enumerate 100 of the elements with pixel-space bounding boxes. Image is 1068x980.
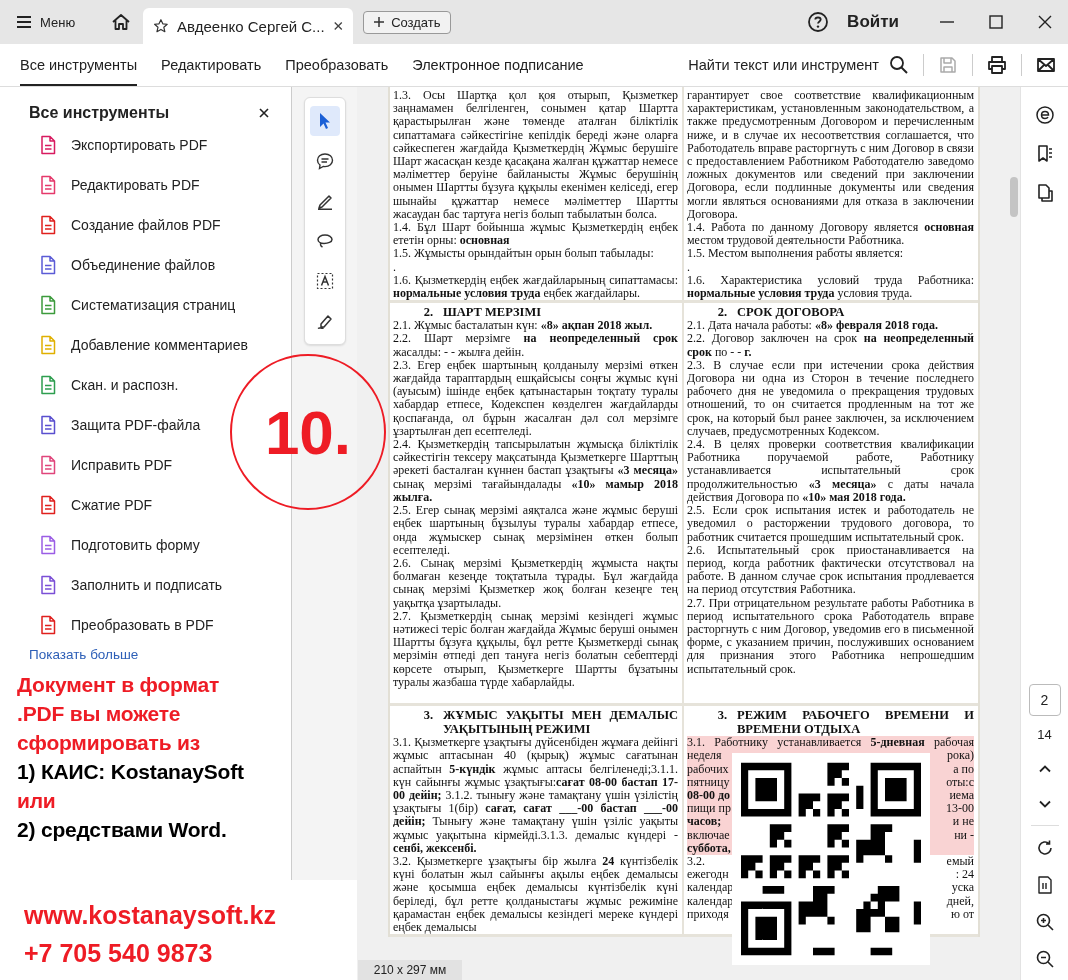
sign-in-button[interactable]: Войти	[847, 12, 899, 32]
tool-menu-item[interactable]: Скан. и распозн.	[71, 377, 179, 393]
contract-paragraph: 1.4. Бұл Шарт бойынша жұмыс Қызметкердің еңбек ететін орны: основная	[393, 221, 678, 248]
contract-paragraph: 2.1. Жұмыс басталатын күн: «8» ақпан 2018 жыл.	[393, 319, 654, 333]
number-stamp: 10.	[230, 354, 386, 510]
comment-panel-icon[interactable]	[1034, 105, 1055, 125]
promo-text: .PDF вы можете	[17, 701, 182, 727]
close-icon[interactable]	[259, 108, 269, 118]
home-icon[interactable]	[111, 12, 132, 32]
close-icon[interactable]	[1037, 14, 1053, 30]
comment-icon	[316, 152, 334, 170]
tool-menu-item[interactable]: Создание файлов PDF	[71, 217, 221, 233]
close-icon[interactable]	[332, 20, 344, 32]
section-heading: 2. СРОК ДОГОВОРА	[716, 305, 846, 320]
contract-paragraph: 2.5. Если срок испытания истек и работодатель не уведомил о расторжении трудового договора, то работник считается прошедшим испытательный срок.	[687, 504, 974, 544]
contract-paragraph: 2.7. При отрицательном результате работы Работника в период испытательного срока Работодатель вправе расторгнуть с ним Договор, уведомив его в письменной форме, с указанием причин, послуживших основанием для признания этого Работника непрошедшим испытательный срок.	[687, 596, 974, 676]
contract-paragraph: 2.2. Шарт мерзімге на неопределенный срок жасалды: - - жылға дейін.	[393, 332, 678, 359]
contract-paragraph: 1.4. Работа по данному Договору является основная местом трудовой деятельности Работника.	[687, 221, 974, 248]
contract-paragraph: 2.7. Қызметкердің сынақ мерзімі кезіндегі жұмыс нәтижесі теріс болған жағдайда Жұмыс беруші онымен Шартты бұзуға құқылы, бұл ретте Қызметкерді сынақ мерзімін өтпеді деп тануға негіз болатын себептерді көрсете отырып, Қызметкерге Шартты бұзатыны туралы жазбаша түрде хабарлайды.	[393, 609, 678, 689]
tool-menu-item[interactable]: Сжатие PDF	[71, 497, 153, 513]
scrollbar-thumb[interactable]	[1010, 177, 1018, 217]
contract-paragraph: 2.1. Дата начала работы: «8» февраля 2018 года.	[687, 319, 939, 333]
contract-paragraph: 2.6. Сынақ мерзімі Қызметкердің жұмыста нақты болмаған кезеңде тоқтатыла тұрады. Бұл жағдайда сынақ мерзімі Қызметкер жоқ болған кезеңге тең уақытқа ұзартылады.	[393, 556, 678, 610]
tool-menu-item[interactable]: Исправить PDF	[71, 457, 173, 473]
contract-text-fragment: календар	[687, 881, 734, 895]
contract-text-fragment: ежегодн	[687, 868, 729, 882]
contract-text-fragment: ю от	[950, 907, 974, 921]
contract-text-fragment: емый	[946, 854, 974, 869]
help-icon[interactable]	[807, 11, 830, 33]
contract-text-fragment: оты:с	[946, 775, 974, 789]
maximize-icon[interactable]	[988, 14, 1004, 30]
tool-menu-item[interactable]: Подготовить форму	[71, 537, 200, 553]
contract-paragraph: 2.3. В случае если при истечении срока действия Договора ни одна из Сторон в течение последнего рабочего дня не уведомила о прекращения трудовых отношений, то он считается продленным на тот же срок, на который был ранее заключен, за исключением случаев, предусмотренных Кодексом.	[687, 358, 974, 439]
contract-text-fragment: иема	[949, 789, 974, 803]
page-count: 14	[1037, 727, 1052, 742]
toolbar-tab[interactable]: Электронное подписание	[412, 44, 584, 86]
promo-text: 1) КАИС: KostanaySoft	[17, 759, 245, 785]
contract-paragraph: 1.5. Жұмысты орындайтын орын болып табылады:	[393, 247, 655, 261]
menu-button[interactable]: Меню	[10, 10, 82, 34]
zoom-out-icon[interactable]	[1035, 950, 1054, 968]
pen-icon	[316, 192, 334, 210]
show-more-link[interactable]: Показать больше	[29, 647, 139, 662]
contract-text-fragment: а по	[953, 762, 974, 776]
star-icon	[153, 17, 169, 35]
tool-menu-item[interactable]: Редактировать PDF	[71, 177, 200, 193]
cursor-icon	[317, 112, 333, 130]
promo-text: 2) средствами Word.	[17, 817, 228, 843]
promo-text: или	[17, 788, 57, 814]
tool-menu-item[interactable]: Систематизация страниц	[71, 297, 236, 313]
contract-text-fragment: суббота,	[687, 841, 731, 855]
zoom-in-icon[interactable]	[1035, 913, 1054, 931]
tool-menu-item[interactable]: Защита PDF-файла	[71, 417, 201, 433]
create-button[interactable]: Создать	[363, 10, 451, 34]
contract-paragraph: .	[687, 260, 691, 274]
tool-menu-item[interactable]: Преобразовать в PDF	[71, 617, 214, 633]
contract-text-fragment: включае	[687, 828, 730, 842]
contract-paragraph: 2.4. Қызметкердің тапсырылатын жұмысқа біліктілік сәйкестігін тексеру мақсатында Қызметкерге Шарттың әрекеті басталған күннен бастап ұзақтығы «3 месяца» сынақ мерзімі тағайындалады «10» мамыр 2018 жылға.	[393, 438, 678, 505]
fit-page-icon[interactable]	[1035, 876, 1054, 894]
contract-text-fragment: неделя	[687, 749, 722, 763]
search-icon[interactable]	[889, 55, 909, 75]
contract-paragraph: .	[393, 260, 397, 274]
contract-paragraph: 2.6. Испытательный срок приостанавливается на период, когда работник фактически отсутствовал на работе. В данном случае срок испытания продлевается на период отсутствия Работника.	[687, 543, 974, 597]
contract-text-fragment: 08-00 до	[687, 789, 731, 803]
lasso-icon	[316, 232, 334, 250]
tab-title: Авдеенко Сергей С...	[176, 17, 325, 35]
contract-text-line: 3.1. Работнику устанавливается 5-дневная рабочая	[687, 736, 974, 750]
refresh-icon[interactable]	[1035, 839, 1054, 857]
document-tab[interactable]: Авдеенко Сергей С...	[143, 8, 354, 44]
toolbar-tab[interactable]: Редактировать	[161, 44, 262, 86]
contract-text-fragment: дней,	[946, 894, 974, 908]
envelope-icon[interactable]	[1036, 55, 1056, 75]
search-tools-button[interactable]: Найти текст или инструмент	[688, 57, 879, 73]
contract-text-fragment: календар	[687, 894, 734, 908]
contract-paragraph: 3.1. Қызметкерге ұзақтығы дүйсенбіден жұмаға дейінгі жұмыс аптасынан 40 (қырық) жұмыс сағатынан аспайтын 5-күндік жұмыс аптасы белгіленеді;3.1.1. күн сайынғы жұмыс ұзақтығы:сағат 08-00 бастап 17-00 дейін; 3.1.2. тынығу және тамақтану үшін үзілістің ұзақтығы 1(бір) сағат, сағат ___-00 бастап ___-00 дейін; Тынығу және тамақтану үшін үзіліс уақыты жұмыс уақытына кірмейді.3.1.3. демалыс күндері - сенбі, жексенбі.	[393, 736, 678, 856]
contract-paragraph: 2.4. В целях проверки соответствия квалификации Работника поручаемой работе, Работнику устанавливается испытательный срок продолжительностью «3 месяца» с даты начала действия Договора по «10» мая 2018 года.	[687, 438, 974, 505]
promo-text: Документ в формат	[17, 672, 221, 698]
contract-text-fragment: часов;	[687, 815, 722, 829]
contact-text: www.kostanaysoft.kz	[24, 900, 277, 931]
tool-menu-item[interactable]: Заполнить и подписать	[71, 577, 223, 593]
panel-title: Все инструменты	[29, 104, 170, 122]
contract-text-fragment: приходя	[687, 907, 729, 921]
section-heading: 3. ЖҰМЫС УАҚЫТЫ МЕН ДЕМАЛЫС УАҚЫТЫНЫҢ РЕЖИМІ	[422, 708, 678, 737]
menu-icon	[16, 15, 32, 29]
promo-text: сформировать из	[17, 730, 201, 756]
printer-icon[interactable]	[987, 55, 1007, 75]
contract-text-fragment: 3.2.	[687, 854, 705, 869]
page-number-field[interactable]: 2	[1028, 684, 1061, 716]
text-select-icon	[316, 272, 334, 290]
select-tool-button[interactable]	[310, 106, 340, 136]
toolbar-tab[interactable]: Преобразовать	[285, 44, 389, 86]
tool-menu-item[interactable]: Экспортировать PDF	[71, 137, 208, 153]
contract-text-fragment: пищи пр	[687, 802, 731, 816]
page-size-label: 210 x 297 мм	[358, 960, 462, 980]
section-heading: 2. ШАРТ МЕРЗІМІ	[422, 305, 543, 320]
contract-text-fragment: ни -	[954, 828, 974, 842]
contract-paragraph: 1.6. Қызметкердің еңбек жағдайларының сипаттамасы: нормальные условия труда еңбек жағдайлары.	[393, 273, 678, 301]
tool-menu-item[interactable]: Добавление комментариев	[71, 337, 248, 353]
contract-text-fragment: уска	[951, 881, 974, 895]
tool-menu-item[interactable]: Объединение файлов	[71, 257, 216, 273]
contract-paragraph: 2.2. Договор заключен на срок на неопределенный срок по - - г.	[687, 332, 974, 359]
